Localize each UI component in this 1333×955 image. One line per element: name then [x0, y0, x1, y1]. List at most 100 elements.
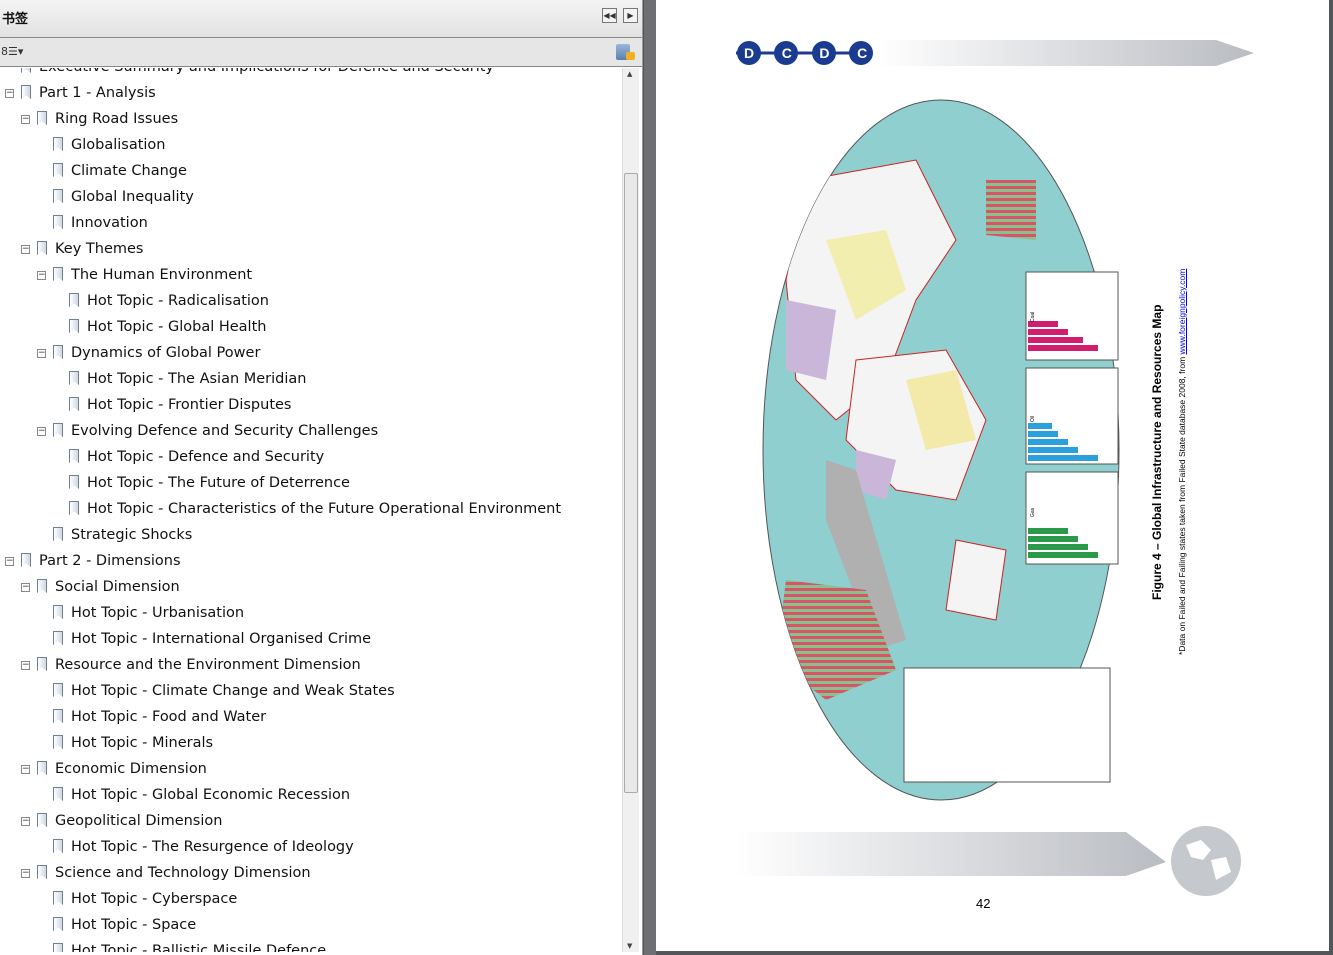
- document-page: DCDC Coal Oil Gas Figure 4 – Global Infr…: [656, 0, 1329, 951]
- bookmark-item[interactable]: Hot Topic - Cyberspace: [0, 886, 622, 912]
- bookmark-item[interactable]: − Economic Dimension: [0, 756, 622, 782]
- bookmark-label: Climate Change: [71, 163, 187, 179]
- bookmark-item[interactable]: − Resource and the Environment Dimension: [0, 652, 622, 678]
- bookmark-item[interactable]: Hot Topic - Global Economic Recession: [0, 782, 622, 808]
- panel-title: 书签: [2, 12, 29, 27]
- expand-panel-button[interactable]: ▶: [623, 8, 638, 23]
- bookmark-label: Hot Topic - Characteristics of the Futur…: [87, 501, 562, 517]
- footnote-text: *Data on Failed and Failing states taken…: [1177, 354, 1187, 655]
- collapse-toggle[interactable]: −: [21, 583, 30, 592]
- bookmark-item[interactable]: − Part 2 - Dimensions: [0, 548, 622, 574]
- bookmark-item[interactable]: − Geopolitical Dimension: [0, 808, 622, 834]
- collapse-toggle[interactable]: −: [5, 89, 14, 98]
- bookmark-label: Hot Topic - Global Economic Recession: [71, 787, 351, 803]
- bookmark-icon: [53, 267, 63, 281]
- collapse-panel-button[interactable]: ◀◀: [602, 8, 617, 23]
- bookmark-label: Global Inequality: [71, 189, 194, 205]
- collapse-toggle[interactable]: −: [21, 869, 30, 878]
- panel-splitter[interactable]: [644, 0, 656, 955]
- bookmark-item[interactable]: Hot Topic - Global Health: [0, 314, 622, 340]
- bookmark-item[interactable]: Hot Topic - Food and Water: [0, 704, 622, 730]
- bookmark-item[interactable]: Hot Topic - Characteristics of the Futur…: [0, 496, 622, 522]
- bookmark-icon: [37, 761, 47, 775]
- bookmark-item[interactable]: Climate Change: [0, 158, 622, 184]
- bookmark-label: Hot Topic - Global Health: [87, 319, 267, 335]
- scrollbar-thumb[interactable]: [624, 173, 638, 793]
- bookmark-item[interactable]: Strategic Shocks: [0, 522, 622, 548]
- bookmark-label: Hot Topic - Cyberspace: [71, 891, 238, 907]
- collapse-toggle[interactable]: −: [21, 661, 30, 670]
- options-menu-button[interactable]: 8☰▾: [1, 45, 23, 58]
- collapse-toggle[interactable]: −: [5, 557, 14, 566]
- bookmark-item[interactable]: Innovation: [0, 210, 622, 236]
- bookmark-item[interactable]: Hot Topic - Radicalisation: [0, 288, 622, 314]
- bookmark-label: Strategic Shocks: [71, 527, 193, 543]
- globe-icon: [1171, 826, 1241, 896]
- bookmark-item[interactable]: Hot Topic - Space: [0, 912, 622, 938]
- collapse-toggle[interactable]: −: [37, 349, 46, 358]
- bookmark-label: Hot Topic - Ballistic Missile Defence: [71, 943, 327, 952]
- bookmark-label: Geopolitical Dimension: [55, 813, 223, 829]
- new-bookmark-icon[interactable]: [616, 44, 635, 60]
- bookmark-item[interactable]: − The Human Environment: [0, 262, 622, 288]
- bookmark-item[interactable]: − Ring Road Issues: [0, 106, 622, 132]
- bookmark-label: Hot Topic - Climate Change and Weak Stat…: [71, 683, 395, 699]
- bookmark-item[interactable]: Hot Topic - Frontier Disputes: [0, 392, 622, 418]
- collapse-toggle[interactable]: −: [21, 817, 30, 826]
- bookmark-item[interactable]: Globalisation: [0, 132, 622, 158]
- collapse-toggle[interactable]: −: [37, 427, 46, 436]
- bookmark-label: Hot Topic - Frontier Disputes: [87, 397, 292, 413]
- bookmark-icon: [53, 137, 63, 151]
- page-graphics: [736, 40, 1254, 896]
- bookmark-label: Executive Summary and Implications for D…: [39, 68, 494, 80]
- collapse-toggle[interactable]: −: [21, 765, 30, 774]
- bookmark-label: Hot Topic - The Resurgence of Ideology: [71, 839, 354, 855]
- bookmark-item[interactable]: Hot Topic - The Asian Meridian: [0, 366, 622, 392]
- bookmark-icon: [53, 709, 63, 723]
- bookmark-icon: [53, 631, 63, 645]
- collapse-toggle[interactable]: −: [21, 245, 30, 254]
- bookmark-icon: [53, 527, 63, 541]
- bookmark-item[interactable]: Hot Topic - The Resurgence of Ideology: [0, 834, 622, 860]
- collapse-toggle[interactable]: −: [21, 115, 30, 124]
- bookmark-label: Part 2 - Dimensions: [39, 553, 181, 569]
- bookmark-item[interactable]: Global Inequality: [0, 184, 622, 210]
- bookmark-item[interactable]: − Evolving Defence and Security Challenge…: [0, 418, 622, 444]
- scrollbar[interactable]: ▲ ▼: [622, 68, 639, 952]
- figure-title: Figure 4 – Global Infrastructure and Res…: [1150, 304, 1164, 600]
- bookmark-item[interactable]: Hot Topic - Ballistic Missile Defence: [0, 938, 622, 952]
- bookmark-icon: [69, 319, 79, 333]
- footer-bar: [736, 832, 1166, 876]
- bookmark-icon: [69, 449, 79, 463]
- scroll-up-icon[interactable]: ▲: [627, 70, 632, 78]
- bookmark-item[interactable]: − Part 1 - Analysis: [0, 80, 622, 106]
- bookmark-item[interactable]: − Key Themes: [0, 236, 622, 262]
- map-legend: [903, 667, 1111, 783]
- bookmark-item[interactable]: − Dynamics of Global Power: [0, 340, 622, 366]
- bookmark-item[interactable]: Hot Topic - International Organised Crim…: [0, 626, 622, 652]
- bookmark-item[interactable]: Hot Topic - Climate Change and Weak Stat…: [0, 678, 622, 704]
- bookmark-item[interactable]: Executive Summary and Implications for D…: [0, 68, 622, 80]
- bookmark-item[interactable]: Hot Topic - Minerals: [0, 730, 622, 756]
- bookmark-icon: [21, 85, 31, 99]
- bookmark-label: Hot Topic - Defence and Security: [87, 449, 325, 465]
- bookmark-label: Hot Topic - The Future of Deterrence: [87, 475, 350, 491]
- bookmark-item[interactable]: Hot Topic - The Future of Deterrence: [0, 470, 622, 496]
- footnote-link[interactable]: www.foreignpolicy.com: [1177, 269, 1187, 355]
- figure-caption: Figure 4 – Global Infrastructure and Res…: [1136, 240, 1196, 660]
- bookmark-icon: [53, 735, 63, 749]
- bookmark-item[interactable]: − Social Dimension: [0, 574, 622, 600]
- bookmark-item[interactable]: Hot Topic - Defence and Security: [0, 444, 622, 470]
- bookmark-label: Hot Topic - Urbanisation: [71, 605, 245, 621]
- bookmark-item[interactable]: Hot Topic - Urbanisation: [0, 600, 622, 626]
- collapse-toggle[interactable]: −: [37, 271, 46, 280]
- bookmarks-panel: 书签 ◀◀ ▶ 8☰▾ Executive Summary and Implic…: [0, 0, 643, 955]
- bookmark-icon: [53, 605, 63, 619]
- bookmark-icon: [53, 345, 63, 359]
- bookmark-icon: [69, 501, 79, 515]
- bookmark-icon: [69, 475, 79, 489]
- bookmark-item[interactable]: − Science and Technology Dimension: [0, 860, 622, 886]
- scroll-down-icon[interactable]: ▼: [627, 942, 632, 950]
- bookmark-icon: [37, 241, 47, 255]
- bookmark-label: Hot Topic - International Organised Crim…: [71, 631, 372, 647]
